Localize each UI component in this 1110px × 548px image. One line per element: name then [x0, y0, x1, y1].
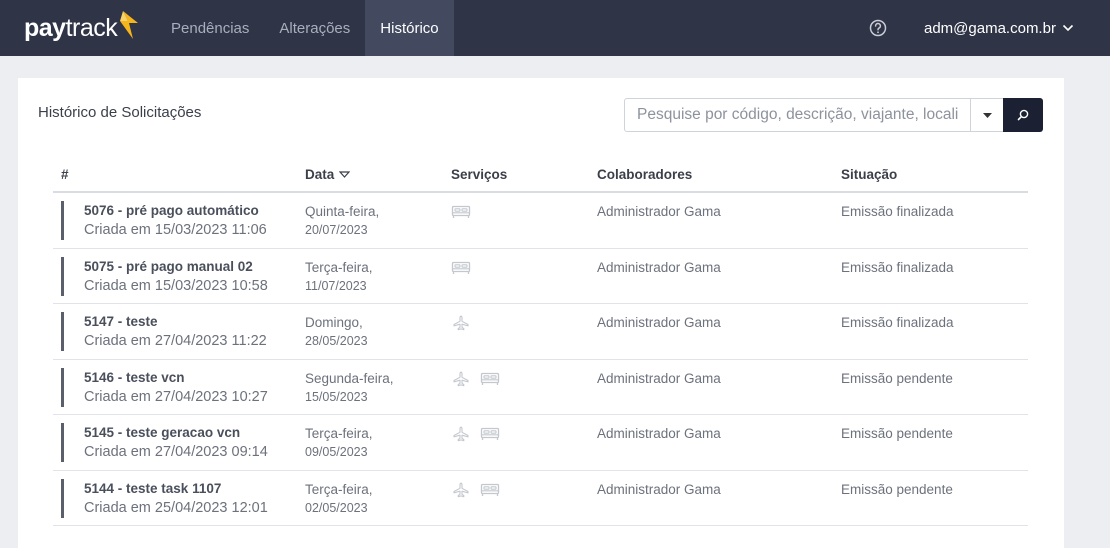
- request-services: [451, 371, 500, 387]
- request-weekday: Terça-feira,: [305, 259, 373, 275]
- nav-pendencias[interactable]: Pendências: [156, 0, 264, 56]
- request-date: 28/05/2023: [305, 334, 368, 348]
- table-row-6[interactable]: 5144 - teste task 1107 Criada em 25/04/2…: [53, 471, 1028, 526]
- request-services: [451, 260, 471, 276]
- request-weekday: Domingo,: [305, 315, 363, 330]
- user-menu[interactable]: adm@gama.com.br: [924, 0, 1074, 56]
- row-status-bar: [61, 367, 64, 407]
- plane-icon: [451, 371, 471, 387]
- request-status: Emissão pendente: [841, 481, 953, 497]
- request-services: [451, 482, 500, 498]
- search-button[interactable]: [1003, 98, 1043, 132]
- request-date: 20/07/2023: [305, 223, 368, 237]
- paytrack-logo[interactable]: pay track: [24, 11, 139, 44]
- search-icon: [1017, 109, 1029, 121]
- request-colaborador: Administrador Gama: [597, 204, 721, 219]
- request-colaborador: Administrador Gama: [597, 259, 721, 275]
- row-status-bar: [61, 312, 64, 351]
- request-created: Criada em 27/04/2023 11:22: [84, 333, 267, 349]
- request-colaborador: Administrador Gama: [597, 481, 721, 497]
- request-code: 5075 - pré pago manual 02: [84, 258, 253, 274]
- table-row-2[interactable]: 5075 - pré pago manual 02 Criada em 15/0…: [53, 249, 1028, 304]
- request-created: Criada em 25/04/2023 12:01: [84, 499, 268, 516]
- request-status: Emissão finalizada: [841, 259, 954, 275]
- sort-down-icon: [339, 171, 351, 178]
- request-date: 11/07/2023: [305, 278, 367, 293]
- user-email: adm@gama.com.br: [924, 19, 1056, 37]
- request-weekday: Quinta-feira,: [305, 204, 380, 219]
- request-status: Emissão finalizada: [841, 204, 954, 219]
- main-nav: Pendências Alterações Histórico: [156, 0, 454, 56]
- table-header: # Data Serviços Colaboradores Situação: [53, 158, 1028, 193]
- request-weekday: Segunda-feira,: [305, 370, 394, 386]
- col-colaboradores: Colaboradores: [597, 167, 693, 182]
- request-services: [451, 426, 500, 442]
- history-table: # Data Serviços Colaboradores Situação 5…: [53, 158, 1028, 526]
- col-servicos: Serviços: [451, 167, 508, 182]
- request-colaborador: Administrador Gama: [597, 426, 721, 441]
- request-status: Emissão pendente: [841, 426, 953, 441]
- search-box: [624, 98, 1004, 132]
- logo-pay-text: pay: [24, 13, 66, 42]
- table-row-4[interactable]: 5146 - teste vcn Criada em 27/04/2023 10…: [53, 360, 1028, 415]
- request-weekday: Terça-feira,: [305, 481, 373, 497]
- bed-icon: [480, 482, 500, 498]
- request-date: 09/05/2023: [305, 445, 368, 459]
- nav-historico[interactable]: Histórico: [365, 0, 454, 56]
- request-services: [451, 204, 471, 220]
- plane-icon: [451, 315, 471, 331]
- col-hash: #: [61, 167, 69, 182]
- caret-down-icon: [982, 112, 992, 118]
- row-status-bar: [61, 478, 64, 518]
- request-code: 5145 - teste geracao vcn: [84, 425, 241, 440]
- table-row-1[interactable]: 5076 - pré pago automático Criada em 15/…: [53, 193, 1028, 249]
- row-status-bar: [61, 423, 64, 462]
- logo-track-text: track: [65, 13, 118, 42]
- plane-icon: [451, 482, 471, 498]
- bed-icon: [480, 426, 500, 442]
- col-data-label: Data: [305, 167, 335, 182]
- bed-icon: [451, 204, 471, 220]
- table-row-5[interactable]: 5145 - teste geracao vcn Criada em 27/04…: [53, 415, 1028, 471]
- request-weekday: Terça-feira,: [305, 426, 373, 441]
- request-colaborador: Administrador Gama: [597, 370, 721, 386]
- chevron-down-icon: [1062, 24, 1074, 32]
- logo-bolt-icon: [120, 11, 139, 39]
- history-card: Histórico de Solicitações # Data Serviço…: [18, 78, 1064, 548]
- help-icon[interactable]: [868, 18, 888, 38]
- row-status-bar: [61, 201, 64, 240]
- request-status: Emissão pendente: [841, 370, 953, 386]
- request-created: Criada em 27/04/2023 10:27: [84, 388, 268, 405]
- nav-alteracoes[interactable]: Alterações: [264, 0, 365, 56]
- request-created: Criada em 15/03/2023 10:58: [84, 277, 268, 294]
- col-situacao: Situação: [841, 167, 898, 182]
- request-colaborador: Administrador Gama: [597, 315, 721, 330]
- request-code: 5144 - teste task 1107: [84, 480, 222, 496]
- page-title: Histórico de Solicitações: [38, 104, 202, 121]
- request-created: Criada em 27/04/2023 09:14: [84, 444, 268, 460]
- request-services: [451, 315, 471, 331]
- plane-icon: [451, 426, 471, 442]
- col-data[interactable]: Data: [305, 167, 351, 182]
- bed-icon: [480, 371, 500, 387]
- top-navbar: pay track Pendências Alterações Histórico…: [0, 0, 1110, 56]
- request-date: 15/05/2023: [305, 389, 368, 404]
- row-status-bar: [61, 256, 64, 296]
- request-created: Criada em 15/03/2023 11:06: [84, 222, 267, 238]
- table-body: 5076 - pré pago automático Criada em 15/…: [53, 193, 1028, 526]
- table-row-3[interactable]: 5147 - teste Criada em 27/04/2023 11:22 …: [53, 304, 1028, 360]
- search-input[interactable]: [625, 99, 971, 131]
- request-code: 5076 - pré pago automático: [84, 203, 259, 218]
- bed-icon: [451, 260, 471, 276]
- search-filter-dropdown[interactable]: [970, 99, 1003, 131]
- request-code: 5147 - teste: [84, 314, 158, 329]
- request-code: 5146 - teste vcn: [84, 369, 185, 385]
- request-date: 02/05/2023: [305, 500, 368, 515]
- request-status: Emissão finalizada: [841, 315, 954, 330]
